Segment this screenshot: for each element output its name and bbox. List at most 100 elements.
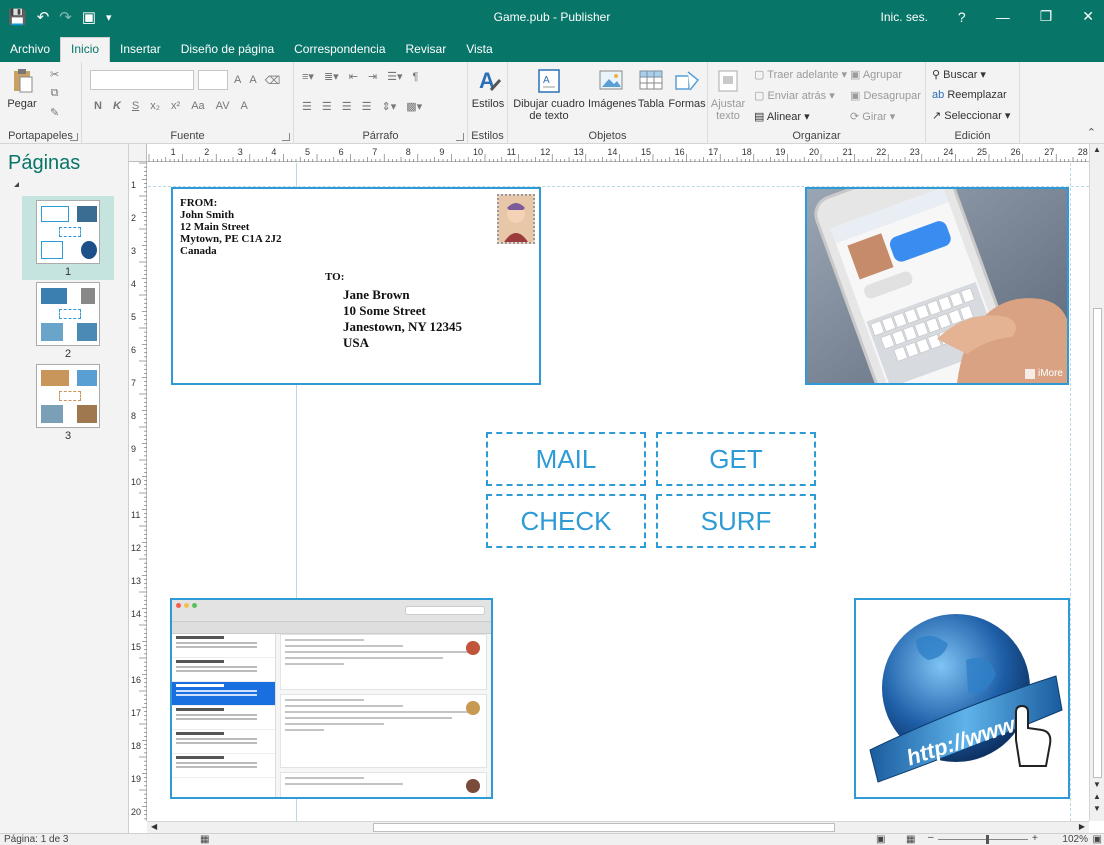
ruler-number: 21 xyxy=(843,147,853,157)
font-launcher[interactable] xyxy=(282,133,290,141)
horizontal-scrollbar[interactable]: ◀ ▶ xyxy=(147,821,1089,833)
minimize-button[interactable]: — xyxy=(996,9,1010,25)
paragraph-launcher[interactable] xyxy=(456,133,464,141)
align-center-icon[interactable]: ☰ xyxy=(320,100,334,113)
zoom-slider[interactable] xyxy=(938,839,1028,840)
draw-textbox-button[interactable]: A Dibujar cuadro de texto xyxy=(512,66,586,122)
page-canvas[interactable]: FROM: John Smith 12 Main Street Mytown, … xyxy=(148,163,1089,821)
vertical-scrollbar[interactable]: ▲ ▼ ▲ ▼ xyxy=(1089,144,1104,821)
clipboard-launcher[interactable] xyxy=(70,133,78,141)
decrease-indent-icon[interactable]: ⇤ xyxy=(347,70,360,83)
rotate-button[interactable]: ⟳ Girar ▾ xyxy=(850,110,895,123)
two-page-view-icon[interactable]: ▦ xyxy=(906,834,915,845)
next-page-icon[interactable]: ▼ xyxy=(1093,804,1101,813)
word-tile-check[interactable]: CHECK xyxy=(486,494,646,548)
word-tile-get[interactable]: GET xyxy=(656,432,816,486)
italic-button[interactable]: K xyxy=(111,100,123,112)
underline-button[interactable]: S xyxy=(130,100,141,112)
internet-image[interactable]: http://www. xyxy=(854,598,1070,799)
select-button[interactable]: ↗ Seleccionar ▾ xyxy=(932,109,1010,122)
scroll-right-icon[interactable]: ▶ xyxy=(1079,822,1085,831)
bullets-icon[interactable]: ≡▾ xyxy=(300,70,316,83)
table-button[interactable]: Tabla xyxy=(634,66,668,110)
align-left-icon[interactable]: ☰ xyxy=(300,100,314,113)
tab-insertar[interactable]: Insertar xyxy=(110,38,171,62)
phone-image[interactable]: iMore xyxy=(805,187,1069,385)
tab-inicio[interactable]: Inicio xyxy=(60,37,111,63)
page-thumbnail-2[interactable]: 2 xyxy=(22,278,114,362)
font-color-button[interactable]: A xyxy=(239,100,250,112)
justify-icon[interactable]: ☰ xyxy=(360,100,374,113)
wrap-text-button[interactable]: Ajustar texto xyxy=(710,66,746,122)
scroll-up-icon[interactable]: ▲ xyxy=(1093,145,1101,154)
cut-icon[interactable]: ✂ xyxy=(48,68,61,81)
page-indicator[interactable]: Página: 1 de 3 xyxy=(4,834,69,845)
align-right-icon[interactable]: ☰ xyxy=(340,100,354,113)
page-thumbnail-3[interactable]: 3 xyxy=(22,360,114,444)
previous-page-icon[interactable]: ▲ xyxy=(1093,792,1101,801)
images-button[interactable]: Imágenes xyxy=(588,66,636,110)
ungroup-button[interactable]: ▣ Desagrupar xyxy=(850,89,921,102)
collapse-ribbon-icon[interactable]: ⌃ xyxy=(1087,126,1096,139)
columns-icon[interactable]: ☰▾ xyxy=(385,70,404,83)
single-page-view-icon[interactable]: ▣ xyxy=(876,834,885,845)
send-backward-button[interactable]: ▢ Enviar atrás ▾ xyxy=(754,89,835,102)
format-painter-icon[interactable]: ✎ xyxy=(48,106,61,119)
word-tile-mail[interactable]: MAIL xyxy=(486,432,646,486)
bold-button[interactable]: N xyxy=(92,100,104,112)
tab-revisar[interactable]: Revisar xyxy=(396,38,457,62)
bring-forward-button[interactable]: ▢ Traer adelante ▾ xyxy=(754,68,847,81)
shading-icon[interactable]: ▩▾ xyxy=(404,100,424,113)
find-button[interactable]: ⚲ Buscar ▾ xyxy=(932,68,986,81)
horizontal-ruler[interactable]: 1 2 3 4 5 6 7 8 9 10 11 12 13 14 15 16 17 18 19 20 21 22 23 24 2… xyxy=(129,144,1089,162)
line-spacing-icon[interactable]: ⇕▾ xyxy=(380,100,399,113)
font-size-combo[interactable] xyxy=(198,70,228,90)
fit-page-icon[interactable]: ▣ xyxy=(1093,834,1102,845)
subscript-button[interactable]: x₂ xyxy=(148,100,162,112)
zoom-in-button[interactable]: + xyxy=(1032,833,1038,844)
imore-logo-icon xyxy=(1024,368,1035,379)
numbering-icon[interactable]: ≣▾ xyxy=(322,70,341,83)
increase-indent-icon[interactable]: ⇥ xyxy=(366,70,379,83)
group-button[interactable]: ▣ Agrupar xyxy=(850,68,902,81)
tab-correspondencia[interactable]: Correspondencia xyxy=(284,38,395,62)
help-button[interactable]: ? xyxy=(958,9,966,25)
styles-button[interactable]: A Estilos xyxy=(470,66,506,110)
grow-font-button[interactable]: A xyxy=(232,74,243,86)
zoom-slider-thumb[interactable] xyxy=(986,835,989,844)
mail-app-image[interactable] xyxy=(170,598,493,799)
scroll-down-icon[interactable]: ▼ xyxy=(1093,780,1101,789)
restore-button[interactable]: ❐ xyxy=(1040,8,1053,25)
change-case-button[interactable]: Aa xyxy=(189,100,206,112)
ruler-number: 8 xyxy=(131,411,136,421)
collapse-pages-icon[interactable] xyxy=(14,182,19,187)
envelope-image[interactable]: FROM: John Smith 12 Main Street Mytown, … xyxy=(171,187,541,385)
tab-diseno-pagina[interactable]: Diseño de página xyxy=(171,38,284,62)
align-button[interactable]: ▤ Alinear ▾ xyxy=(754,110,810,123)
tab-archivo[interactable]: Archivo xyxy=(0,38,60,62)
vertical-ruler[interactable]: 1 2 3 4 5 6 7 8 9 10 11 12 13 14 15 16 17 18 19 20 xyxy=(129,162,147,821)
clear-format-icon[interactable]: ⌫ xyxy=(263,74,283,87)
copy-icon[interactable]: ⧉ xyxy=(49,87,61,100)
horizontal-scroll-thumb[interactable] xyxy=(373,823,835,832)
shrink-font-button[interactable]: A xyxy=(247,74,258,86)
close-button[interactable]: ✕ xyxy=(1082,8,1094,25)
paste-button[interactable]: Pegar xyxy=(4,66,40,110)
tab-vista[interactable]: Vista xyxy=(456,38,502,62)
show-formatting-button[interactable]: ¶ xyxy=(411,71,421,83)
group-paragraph: ≡▾ ≣▾ ⇤ ⇥ ☰▾ ¶ ☰ ☰ ☰ ☰ ⇕▾ ▩▾ Párrafo xyxy=(294,62,468,144)
zoom-level[interactable]: 102% xyxy=(1062,834,1088,845)
word-tile-surf[interactable]: SURF xyxy=(656,494,816,548)
scroll-left-icon[interactable]: ◀ xyxy=(151,822,157,831)
ruler-number: 19 xyxy=(131,774,141,784)
superscript-button[interactable]: x² xyxy=(169,100,182,112)
vertical-scroll-thumb[interactable] xyxy=(1093,308,1102,778)
page-thumbnail-1[interactable]: 1 xyxy=(22,196,114,280)
zoom-out-button[interactable]: – xyxy=(928,832,934,843)
sign-in-link[interactable]: Inic. ses. xyxy=(881,10,928,24)
font-name-combo[interactable] xyxy=(90,70,194,90)
mail-message xyxy=(280,634,487,690)
shapes-button[interactable]: Formas xyxy=(668,66,706,110)
character-spacing-button[interactable]: AV xyxy=(214,100,232,112)
replace-button[interactable]: ab Reemplazar xyxy=(932,89,1007,101)
